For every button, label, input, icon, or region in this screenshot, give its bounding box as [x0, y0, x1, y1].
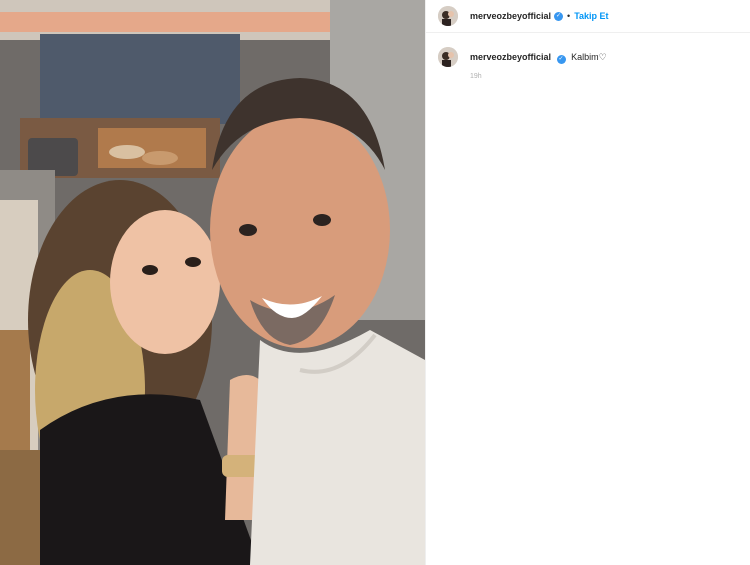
caption-username[interactable]: merveozbeyofficial — [470, 52, 551, 62]
instagram-post: merveozbeyofficial ✓ • Takip Et merveozb… — [0, 0, 750, 565]
caption-line: merveozbeyofficial ✓ Kalbim♡ — [470, 52, 607, 64]
caption-verified-badge-icon: ✓ — [556, 54, 566, 64]
header-username[interactable]: merveozbeyofficial — [470, 11, 551, 21]
caption-avatar-image — [438, 47, 458, 67]
caption-row: merveozbeyofficial ✓ Kalbim♡ 19h — [426, 33, 750, 80]
caption-avatar[interactable] — [438, 47, 458, 67]
post-photo[interactable] — [0, 0, 425, 565]
post-side-panel: merveozbeyofficial ✓ • Takip Et merveozb… — [425, 0, 750, 565]
separator-dot: • — [567, 11, 571, 21]
avatar-image — [438, 6, 458, 26]
caption-timestamp[interactable]: 19h — [470, 73, 607, 80]
avatar[interactable] — [438, 6, 458, 26]
selfie-photo — [0, 0, 425, 565]
heart-icon: ♡ — [598, 52, 607, 62]
post-header: merveozbeyofficial ✓ • Takip Et — [426, 0, 750, 33]
caption-text: Kalbim — [571, 52, 599, 62]
verified-badge-icon: ✓ — [554, 11, 564, 21]
caption-body: merveozbeyofficial ✓ Kalbim♡ 19h — [470, 47, 607, 80]
follow-button[interactable]: Takip Et — [574, 11, 608, 21]
